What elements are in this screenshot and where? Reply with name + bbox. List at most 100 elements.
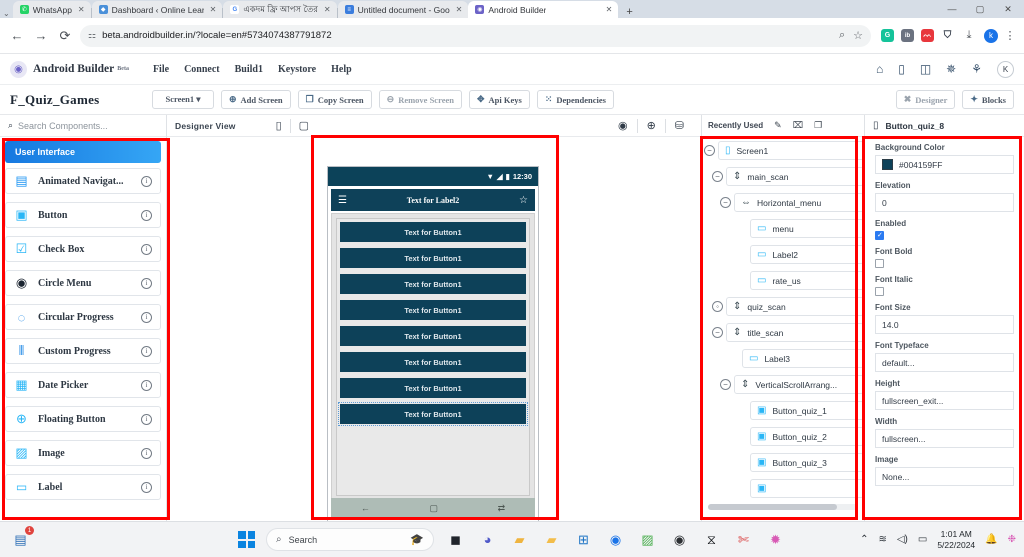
taskbar-search[interactable]: ⌕ Search 🎓 [266, 528, 434, 551]
site-settings-icon[interactable]: ⚏ [88, 30, 96, 41]
property-field-font-typeface[interactable]: default... [875, 353, 1014, 372]
ib-extension-icon[interactable]: ib [901, 29, 914, 42]
property-field-height[interactable]: fullscreen_exit... [875, 391, 1014, 410]
menu-item-keystore[interactable]: Keystore [278, 64, 316, 75]
info-icon[interactable]: i [141, 413, 152, 425]
show-hidden-icons-chevron[interactable]: ⌃ [860, 534, 868, 545]
tree-node-button-quiz-1[interactable]: ▣ Button_quiz_1 [702, 401, 864, 420]
dependencies-button[interactable]: ⁙ Dependencies [536, 90, 614, 109]
bell-icon[interactable]: 🔔 [985, 534, 997, 545]
window-close-button[interactable]: ✕ [994, 4, 1022, 15]
menu-item-build1[interactable]: Build1 [235, 64, 263, 75]
google-chrome-icon[interactable]: ◉ [605, 529, 626, 550]
collapse-toggle-icon[interactable]: − [704, 145, 715, 156]
kebab-menu-icon[interactable]: ⋮ [1004, 29, 1016, 42]
user-avatar[interactable]: K [997, 60, 1014, 78]
capcut-icon[interactable]: ⧖ [701, 529, 722, 550]
collapse-toggle-icon[interactable]: − [720, 197, 731, 208]
preview-button-3[interactable]: Text for Button1 [340, 274, 526, 294]
download-icon[interactable]: ⤓ [960, 29, 978, 42]
remove-screen-button[interactable]: ⊖ Remove Screen [378, 90, 462, 109]
taskbar-left-app[interactable]: ▤ 1 [10, 526, 34, 550]
preview-button-5[interactable]: Text for Button1 [340, 326, 526, 346]
chart-extension-icon[interactable]: ᨓ [921, 29, 934, 42]
collapse-toggle-icon[interactable]: − [712, 327, 723, 338]
palette-item-circle-menu[interactable]: ◉ Circle Menu i [5, 270, 161, 296]
phone-title-bar[interactable]: ☰ Text for Label2 ☆ [331, 189, 535, 211]
palette-item-floating-button[interactable]: ⊕ Floating Button i [5, 406, 161, 432]
property-field-image[interactable]: None... [875, 467, 1014, 486]
info-icon[interactable]: i [141, 379, 152, 391]
maximize-button[interactable]: ▢ [966, 4, 994, 15]
phone-icon[interactable]: ▯ [898, 62, 905, 76]
preview-button-7[interactable]: Text for Button1 [340, 378, 526, 398]
phone-preview[interactable]: ▼ ◢ ▮ 12:30 ☰ Text for Label2 ☆ Text for… [327, 166, 539, 522]
zoom-in-icon[interactable]: ⊕ [638, 119, 665, 132]
api-keys-button[interactable]: ✥ Api Keys [468, 90, 530, 109]
tree-node-label2[interactable]: ▭ Label2 [702, 245, 864, 264]
tablet-toggle[interactable]: ▢ [291, 119, 317, 132]
star-icon[interactable]: ☆ [519, 195, 528, 206]
tree-node-button-quiz-3[interactable]: ▣ Button_quiz_3 [702, 453, 864, 472]
dark-square-app-icon[interactable]: ◼ [445, 529, 466, 550]
book-icon[interactable]: ◫ [920, 62, 931, 76]
preview-button-6[interactable]: Text for Button1 [340, 352, 526, 372]
delete-trash-icon[interactable]: ⌧ [793, 120, 803, 131]
property-field-width[interactable]: fullscreen... [875, 429, 1014, 448]
preview-button-1[interactable]: Text for Button1 [340, 222, 526, 242]
palette-item-button[interactable]: ▣ Button i [5, 202, 161, 228]
blocks-tab[interactable]: ✦ Blocks [962, 90, 1014, 109]
zoom-icon[interactable]: ⌕ [839, 29, 845, 42]
font-bold-checkbox[interactable] [875, 259, 884, 268]
profile-avatar[interactable]: k [984, 28, 998, 43]
font-italic-checkbox[interactable] [875, 287, 884, 296]
education-app-icon[interactable]: 🎓 [410, 533, 424, 546]
menu-item-help[interactable]: Help [331, 64, 352, 75]
notification-app-icon[interactable]: ▤ 1 [10, 526, 34, 550]
android-back-icon[interactable]: ← [361, 503, 370, 513]
info-icon[interactable]: i [141, 447, 152, 459]
collapse-toggle-icon[interactable]: − [720, 379, 731, 390]
add-screen-button[interactable]: ⊕ Add Screen [221, 90, 291, 109]
info-icon[interactable]: i [141, 243, 152, 255]
palette-category-user-interface[interactable]: User Interface [5, 141, 161, 163]
preview-button-8-selected[interactable]: Text for Button1 [338, 402, 528, 426]
close-icon[interactable]: ✕ [606, 5, 613, 14]
taskbar-clock[interactable]: 1:01 AM 5/22/2024 [937, 529, 975, 551]
paint-icon[interactable]: ✹ [765, 529, 786, 550]
new-tab-button[interactable]: + [618, 7, 640, 18]
home-icon[interactable]: ⌂ [876, 62, 883, 76]
designer-canvas[interactable]: ▼ ◢ ▮ 12:30 ☰ Text for Label2 ☆ Text for… [167, 137, 701, 522]
tree-node-button-quiz-partial[interactable]: ▣ [702, 479, 864, 498]
tree-node-main-scan[interactable]: − ⇕ main_scan [702, 167, 864, 186]
hamburger-menu-icon[interactable]: ☰ [338, 195, 347, 206]
microsoft-teams-icon[interactable]: ◕ [477, 529, 498, 550]
close-icon[interactable]: ✕ [78, 5, 85, 14]
obs-studio-icon[interactable]: ◉ [669, 529, 690, 550]
search-components-row[interactable]: ⌕ Search Components... [0, 115, 166, 137]
phone-portrait-toggle[interactable]: ▯ [268, 119, 290, 132]
enabled-checkbox[interactable] [875, 231, 884, 241]
palette-item-circular-progress[interactable]: ◌ Circular Progress i [5, 304, 161, 330]
photo-editor-icon[interactable]: ▨ [637, 529, 658, 550]
duplicate-icon[interactable]: ❐ [814, 120, 822, 131]
rename-pencil-icon[interactable]: ✎ [774, 120, 782, 131]
tree-node-button-quiz-2[interactable]: ▣ Button_quiz_2 [702, 427, 864, 446]
browser-tab-untitled-document[interactable]: ≡ Untitled document - Goo ✕ [337, 1, 469, 18]
property-field-font-size[interactable]: 14.0 [875, 315, 1014, 334]
palette-item-label[interactable]: ▭ Label i [5, 474, 161, 500]
tab-list-chevron-icon[interactable]: ⌄ [0, 9, 13, 18]
expand-toggle-icon[interactable]: ◦ [712, 301, 723, 312]
folder-icon[interactable]: ▰ [541, 529, 562, 550]
back-button[interactable]: ← [8, 28, 26, 43]
bug-icon[interactable]: ✵ [946, 62, 956, 76]
preview-button-2[interactable]: Text for Button1 [340, 248, 526, 268]
copy-screen-button[interactable]: ❐ Copy Screen [297, 90, 372, 109]
palette-item-animated-navigation[interactable]: ▤ Animated Navigat... i [5, 168, 161, 194]
menu-item-connect[interactable]: Connect [184, 64, 220, 75]
palette-item-date-picker[interactable]: ▦ Date Picker i [5, 372, 161, 398]
close-icon[interactable]: ✕ [324, 5, 331, 14]
menu-item-file[interactable]: File [153, 64, 169, 75]
volume-icon[interactable]: ◁) [897, 534, 908, 545]
wifi-icon[interactable]: ≋ [878, 534, 886, 545]
